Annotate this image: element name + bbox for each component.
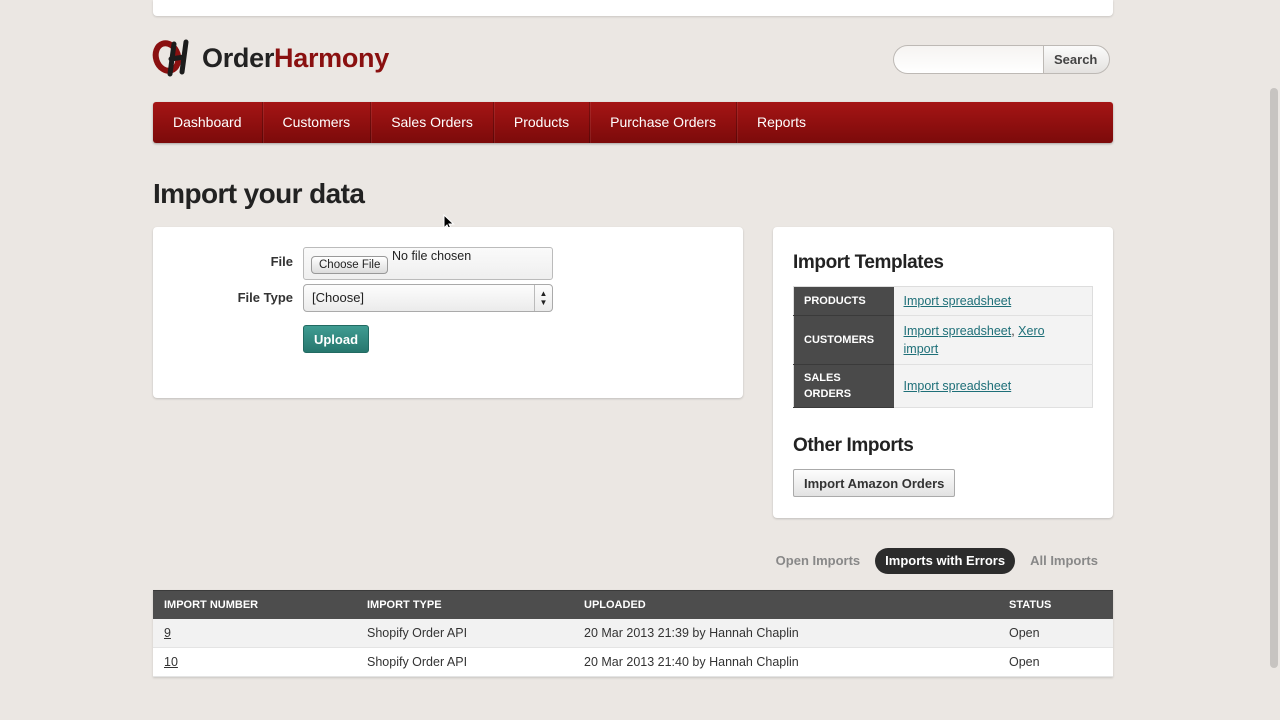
table-row: 10 Shopify Order API 20 Mar 2013 21:40 b… — [153, 647, 1113, 677]
template-label: SALES ORDERS — [793, 364, 894, 408]
column-header-import-type: IMPORT TYPE — [356, 590, 573, 619]
file-type-value: [Choose] — [312, 290, 365, 305]
choose-file-button[interactable]: Choose File — [311, 256, 389, 274]
import-filter-tabs: Open Imports Imports with Errors All Imp… — [761, 548, 1113, 574]
status-cell: Open — [998, 618, 1113, 648]
column-header-import-number: IMPORT NUMBER — [153, 590, 356, 619]
uploaded-cell: 20 Mar 2013 21:40 by Hannah Chaplin — [573, 647, 998, 677]
brand-name-part1: Order — [202, 42, 275, 73]
nav-item-sales-orders[interactable]: Sales Orders — [371, 102, 494, 143]
other-imports-title: Other Imports — [793, 435, 914, 456]
sales-orders-import-spreadsheet-link[interactable]: Import spreadsheet — [904, 379, 1012, 393]
brand-name: OrderHarmony — [202, 43, 389, 74]
imports-table: IMPORT NUMBER IMPORT TYPE UPLOADED STATU… — [153, 590, 1113, 677]
import-number-cell: 9 — [153, 618, 356, 648]
search-button[interactable]: Search — [1043, 45, 1111, 74]
file-input[interactable]: Choose File No file chosen — [303, 247, 553, 280]
page-title: Import your data — [153, 178, 365, 209]
table-row: 9 Shopify Order API 20 Mar 2013 21:39 by… — [153, 618, 1113, 648]
page-scrollbar[interactable] — [1270, 88, 1278, 668]
customers-import-spreadsheet-link[interactable]: Import spreadsheet — [904, 324, 1012, 338]
table-header-row: IMPORT NUMBER IMPORT TYPE UPLOADED STATU… — [153, 590, 1113, 619]
templates-panel: Import Templates PRODUCTS Import spreads… — [773, 227, 1113, 518]
file-type-label: File Type — [237, 290, 293, 305]
template-row: CUSTOMERS Import spreadsheet, Xero impor… — [793, 315, 1093, 365]
products-import-spreadsheet-link[interactable]: Import spreadsheet — [904, 294, 1012, 308]
column-header-status: STATUS — [998, 590, 1113, 619]
import-type-cell: Shopify Order API — [356, 647, 573, 677]
nav-item-purchase-orders[interactable]: Purchase Orders — [590, 102, 737, 143]
search-input[interactable] — [893, 45, 1043, 74]
no-file-text: No file chosen — [392, 249, 472, 263]
tab-imports-with-errors[interactable]: Imports with Errors — [875, 548, 1016, 574]
import-type-cell: Shopify Order API — [356, 618, 573, 648]
template-links: Import spreadsheet, Xero import — [893, 315, 1093, 365]
search-bar: Search — [893, 45, 1111, 74]
nav-item-reports[interactable]: Reports — [737, 102, 826, 143]
nav-item-dashboard[interactable]: Dashboard — [153, 102, 263, 143]
uploaded-cell: 20 Mar 2013 21:39 by Hannah Chaplin — [573, 618, 998, 648]
template-row: SALES ORDERS Import spreadsheet — [793, 364, 1093, 408]
import-templates-title: Import Templates — [793, 252, 944, 273]
template-row: PRODUCTS Import spreadsheet — [793, 286, 1093, 316]
status-cell: Open — [998, 647, 1113, 677]
nav-item-products[interactable]: Products — [494, 102, 591, 143]
template-label: PRODUCTS — [793, 286, 894, 316]
import-number-cell: 10 — [153, 647, 356, 677]
nav-item-customers[interactable]: Customers — [263, 102, 372, 143]
brand-name-part2: Harmony — [274, 42, 389, 73]
file-type-select[interactable]: [Choose] ▲ ▼ — [303, 284, 553, 312]
column-header-uploaded: UPLOADED — [573, 590, 998, 619]
orderharmony-logo-icon — [152, 39, 189, 77]
import-amazon-orders-button[interactable]: Import Amazon Orders — [793, 469, 956, 497]
top-strip — [153, 0, 1113, 16]
import-number-link[interactable]: 9 — [164, 626, 171, 640]
select-arrows-icon: ▲ ▼ — [534, 285, 552, 311]
template-label: CUSTOMERS — [793, 315, 894, 365]
template-links: Import spreadsheet — [893, 364, 1093, 408]
main-nav: Dashboard Customers Sales Orders Product… — [153, 102, 1113, 143]
file-label: File — [270, 254, 293, 269]
upload-panel: File Choose File No file chosen File Typ… — [153, 227, 743, 398]
import-number-link[interactable]: 10 — [164, 655, 178, 669]
upload-button[interactable]: Upload — [303, 325, 369, 353]
template-links: Import spreadsheet — [893, 286, 1093, 316]
brand-logo[interactable]: OrderHarmony — [152, 36, 389, 80]
tab-open-imports[interactable]: Open Imports — [761, 548, 876, 574]
tab-all-imports[interactable]: All Imports — [1015, 548, 1113, 574]
import-templates-table: PRODUCTS Import spreadsheet CUSTOMERS Im… — [793, 286, 1093, 408]
